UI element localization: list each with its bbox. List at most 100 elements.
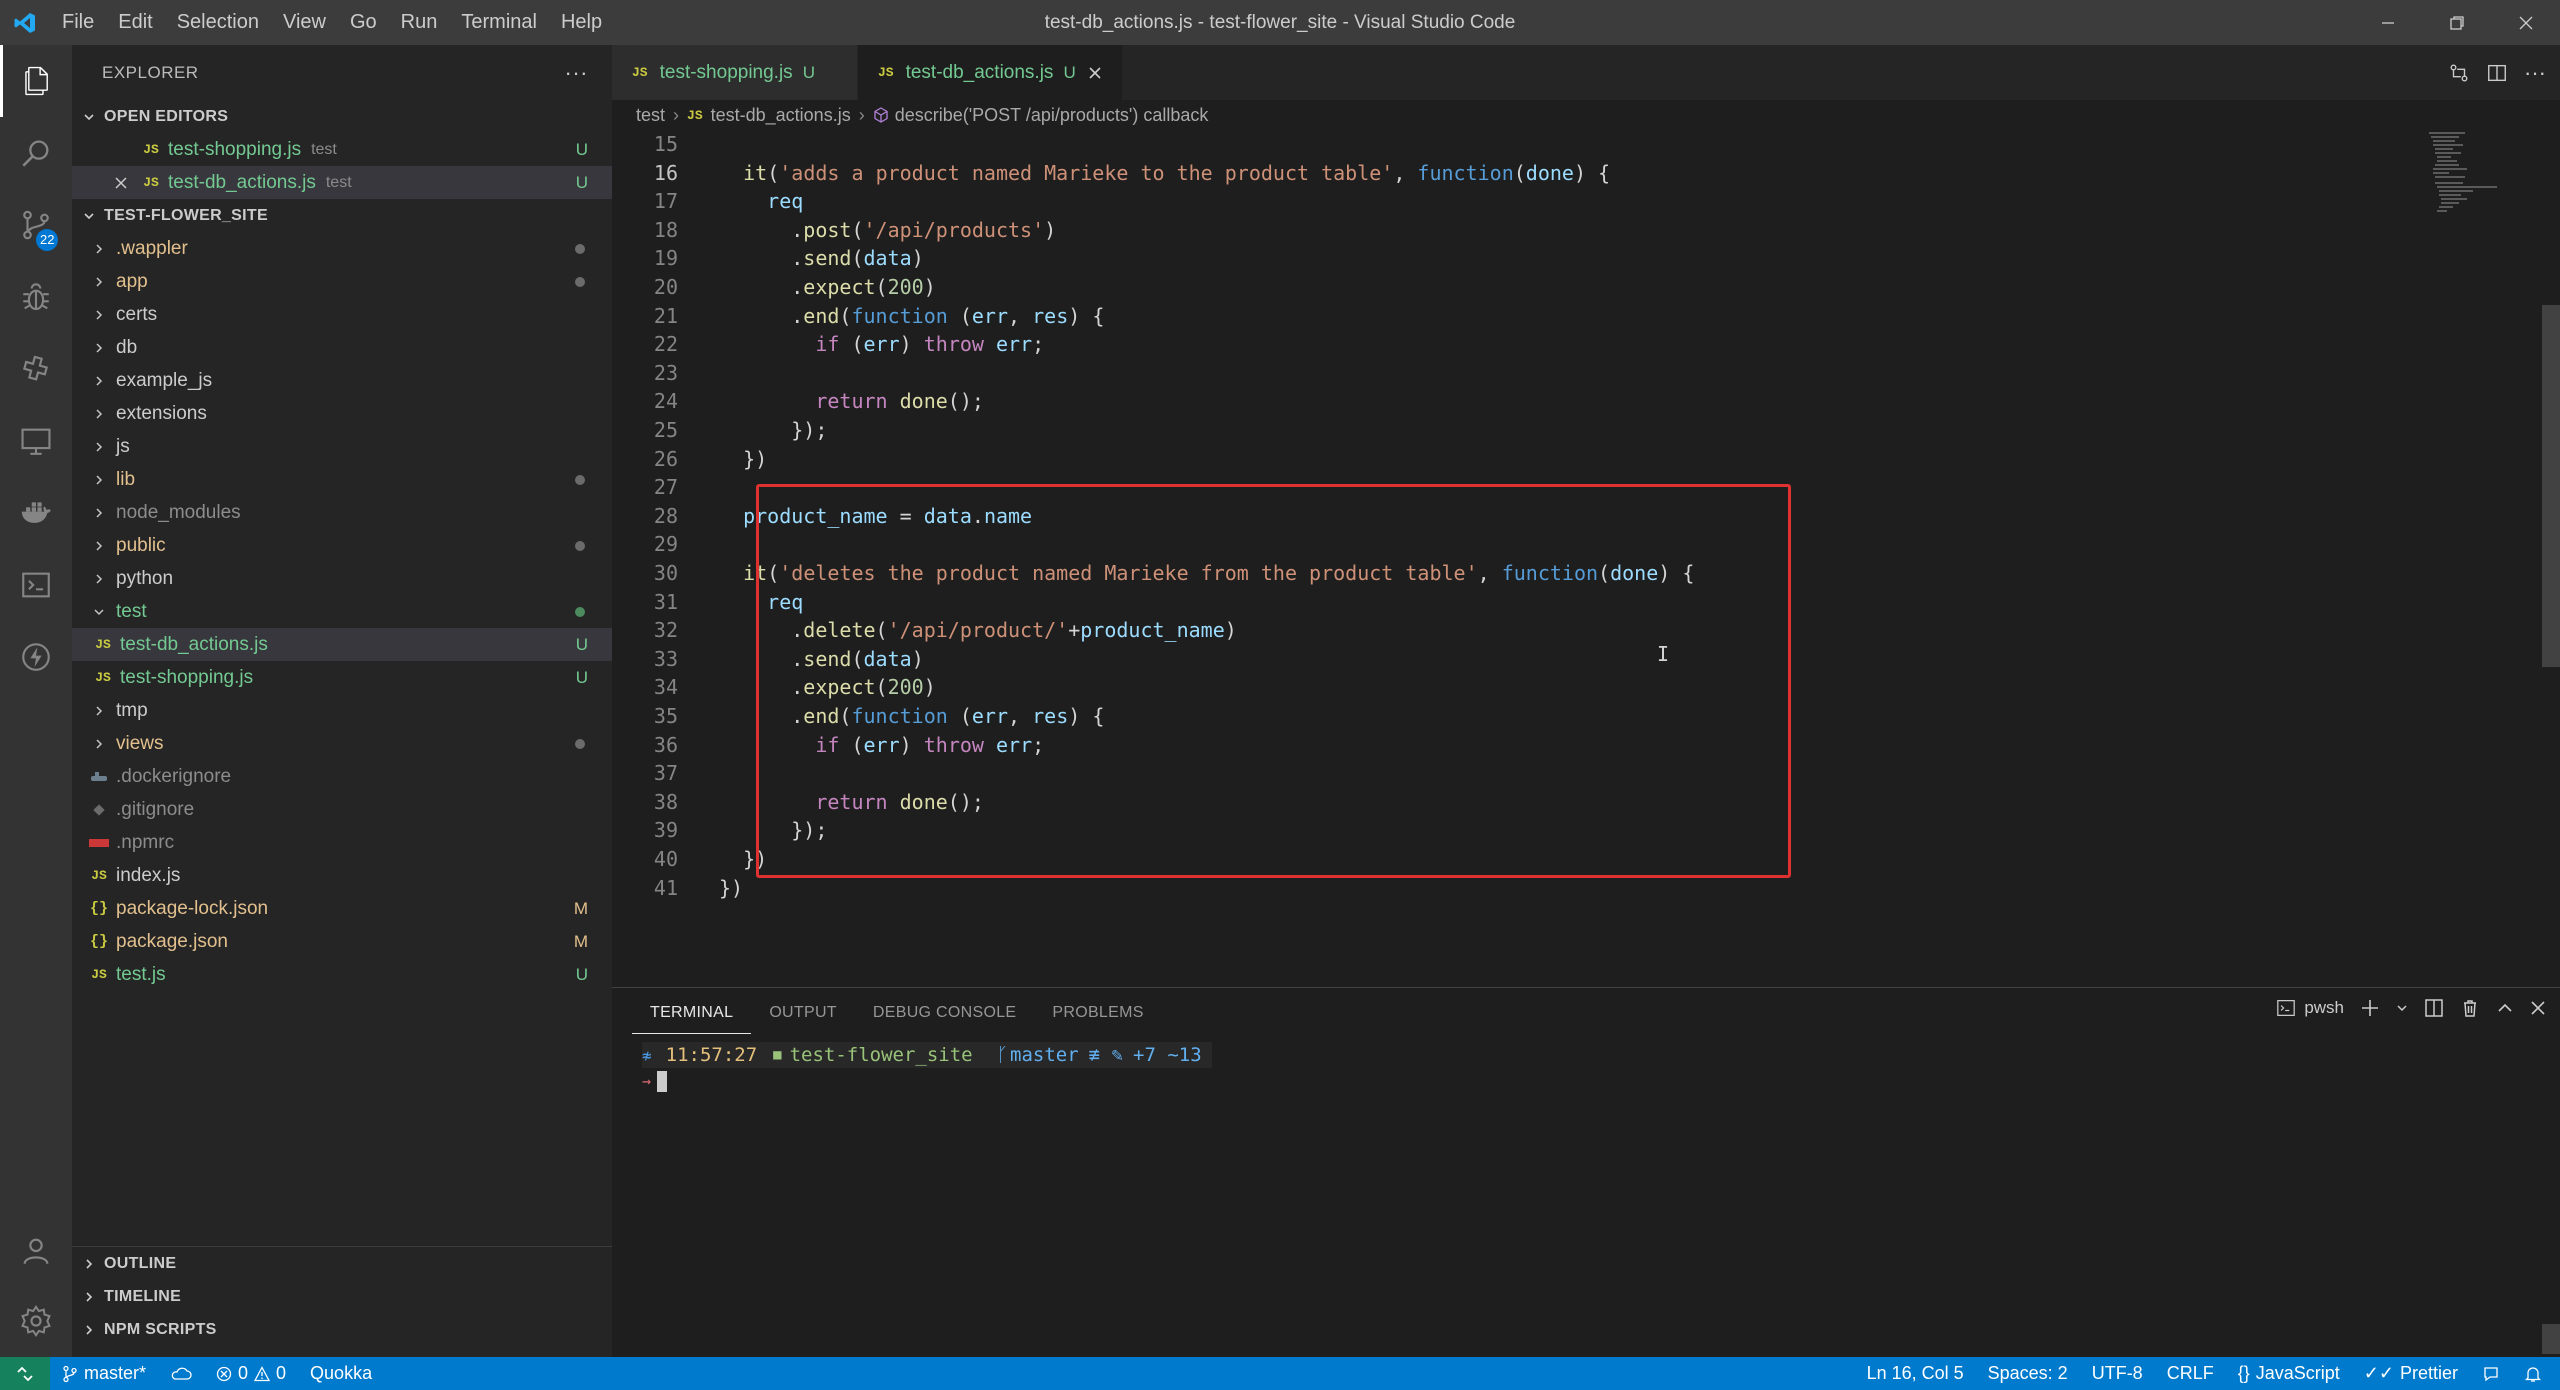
- folder-item[interactable]: public: [72, 529, 612, 562]
- menu-go[interactable]: Go: [338, 0, 389, 45]
- chevron-down-icon[interactable]: [2396, 1002, 2408, 1014]
- indentation[interactable]: Spaces: 2: [1976, 1357, 2080, 1390]
- cursor-position[interactable]: Ln 16, Col 5: [1855, 1357, 1976, 1390]
- branch-indicator[interactable]: master*: [50, 1357, 158, 1390]
- timeline-section[interactable]: TIMELINE: [72, 1280, 612, 1313]
- line-number: 41: [653, 875, 678, 900]
- folder-item[interactable]: tmp: [72, 694, 612, 727]
- menu-run[interactable]: Run: [389, 0, 450, 45]
- file-item[interactable]: {} package-lock.json M: [72, 892, 612, 925]
- more-actions-button[interactable]: ···: [565, 60, 588, 86]
- close-panel-icon[interactable]: [2530, 1000, 2546, 1016]
- feedback-button[interactable]: [2470, 1357, 2512, 1390]
- git-status: U: [575, 634, 588, 654]
- menu-edit[interactable]: Edit: [106, 0, 164, 45]
- open-editor-item[interactable]: JS test-db_actions.js test U: [72, 166, 612, 199]
- editor-scrollbar[interactable]: [2542, 305, 2560, 667]
- folder-item[interactable]: views: [72, 727, 612, 760]
- minimap[interactable]: [2425, 130, 2535, 220]
- file-item[interactable]: JS test.js U: [72, 958, 612, 991]
- terminal-shell-selector[interactable]: pwsh: [2276, 998, 2344, 1018]
- folder-item[interactable]: js: [72, 430, 612, 463]
- folder-item[interactable]: example_js: [72, 364, 612, 397]
- file-item[interactable]: JS test-db_actions.js U: [72, 628, 612, 661]
- tab-test-db-actions[interactable]: JS test-db_actions.js U: [857, 45, 1123, 100]
- extensions-icon[interactable]: [0, 333, 72, 405]
- remote-explorer-icon[interactable]: [0, 405, 72, 477]
- prettier-status[interactable]: ✓✓ Prettier: [2352, 1357, 2470, 1390]
- folder-item[interactable]: python: [72, 562, 612, 595]
- docker-icon[interactable]: [0, 477, 72, 549]
- breadcrumb-file[interactable]: test-db_actions.js: [711, 105, 851, 126]
- maximize-panel-icon[interactable]: [2496, 999, 2514, 1017]
- menu-help[interactable]: Help: [549, 0, 614, 45]
- folder-item[interactable]: app: [72, 265, 612, 298]
- notifications-button[interactable]: [2512, 1357, 2554, 1390]
- source-control-icon[interactable]: 22: [0, 189, 72, 261]
- close-icon[interactable]: [108, 176, 134, 190]
- item-name: package.json: [116, 930, 228, 952]
- close-window-button[interactable]: [2491, 0, 2560, 45]
- encoding[interactable]: UTF-8: [2080, 1357, 2155, 1390]
- breadcrumb-symbol[interactable]: describe('POST /api/products') callback: [895, 105, 1209, 126]
- tab-test-shopping[interactable]: JS test-shopping.js U: [612, 45, 858, 100]
- chevron-right-icon: [78, 1257, 100, 1271]
- open-editors-section[interactable]: OPEN EDITORS: [72, 100, 612, 133]
- tab-terminal[interactable]: TERMINAL: [632, 1000, 752, 1034]
- file-item[interactable]: .dockerignore: [72, 760, 612, 793]
- modified-dot-icon: [575, 276, 585, 287]
- remote-indicator[interactable]: [0, 1357, 50, 1390]
- explorer-icon[interactable]: [0, 45, 72, 117]
- menu-selection[interactable]: Selection: [165, 0, 271, 45]
- folder-item[interactable]: db: [72, 331, 612, 364]
- search-icon[interactable]: [0, 117, 72, 189]
- breadcrumb-folder[interactable]: test: [636, 105, 665, 126]
- end-of-line[interactable]: CRLF: [2155, 1357, 2226, 1390]
- close-tab-icon[interactable]: [1088, 66, 1102, 80]
- menu-view[interactable]: View: [271, 0, 338, 45]
- file-item[interactable]: .npmrc: [72, 826, 612, 859]
- folder-item[interactable]: certs: [72, 298, 612, 331]
- workspace-section[interactable]: TEST-FLOWER_SITE: [72, 199, 612, 232]
- menu-file[interactable]: File: [50, 0, 106, 45]
- folder-item[interactable]: lib: [72, 463, 612, 496]
- npm-scripts-section[interactable]: NPM SCRIPTS: [72, 1313, 612, 1346]
- run-debug-icon[interactable]: [0, 261, 72, 333]
- terminal-view-icon[interactable]: [0, 549, 72, 621]
- tab-problems[interactable]: PROBLEMS: [1034, 1000, 1161, 1034]
- gear-icon[interactable]: [0, 1285, 72, 1357]
- new-terminal-icon[interactable]: [2360, 998, 2380, 1018]
- outline-section[interactable]: OUTLINE: [72, 1247, 612, 1280]
- language-mode[interactable]: {} JavaScript: [2226, 1357, 2352, 1390]
- minimize-button[interactable]: [2353, 0, 2422, 45]
- menu-terminal[interactable]: Terminal: [449, 0, 549, 45]
- sync-button[interactable]: [158, 1357, 204, 1390]
- more-editor-actions-icon[interactable]: ···: [2524, 60, 2546, 86]
- split-editor-icon[interactable]: [2486, 62, 2508, 84]
- item-name: python: [116, 567, 174, 589]
- terminal-scrollbar[interactable]: [2542, 1324, 2560, 1354]
- accounts-icon[interactable]: [0, 1215, 72, 1287]
- problems-indicator[interactable]: 0 0: [204, 1357, 298, 1390]
- tab-debug-console[interactable]: DEBUG CONSOLE: [855, 1000, 1035, 1034]
- trash-icon[interactable]: [2460, 998, 2480, 1018]
- file-item[interactable]: JS index.js: [72, 859, 612, 892]
- split-terminal-icon[interactable]: [2424, 998, 2444, 1018]
- folder-item[interactable]: test: [72, 595, 612, 628]
- file-item[interactable]: JS test-shopping.js U: [72, 661, 612, 694]
- folder-item[interactable]: node_modules: [72, 496, 612, 529]
- panel-actions: pwsh: [2276, 998, 2546, 1018]
- restore-button[interactable]: [2422, 0, 2491, 45]
- open-editor-item[interactable]: JS test-shopping.js test U: [72, 133, 612, 166]
- terminal[interactable]: ≉ 11:57:27 ■ test-flower_site ᚴ master ≢…: [642, 1042, 1212, 1094]
- compare-changes-icon[interactable]: [2448, 62, 2470, 84]
- item-name: js: [116, 435, 130, 457]
- file-item[interactable]: {} package.json M: [72, 925, 612, 958]
- folder-item[interactable]: extensions: [72, 397, 612, 430]
- quokka-icon[interactable]: [0, 621, 72, 693]
- tab-output[interactable]: OUTPUT: [751, 1000, 855, 1034]
- folder-item[interactable]: .wappler: [72, 232, 612, 265]
- file-item[interactable]: .gitignore: [72, 793, 612, 826]
- modified-dot-icon: [575, 540, 585, 551]
- quokka-status[interactable]: Quokka: [298, 1357, 384, 1390]
